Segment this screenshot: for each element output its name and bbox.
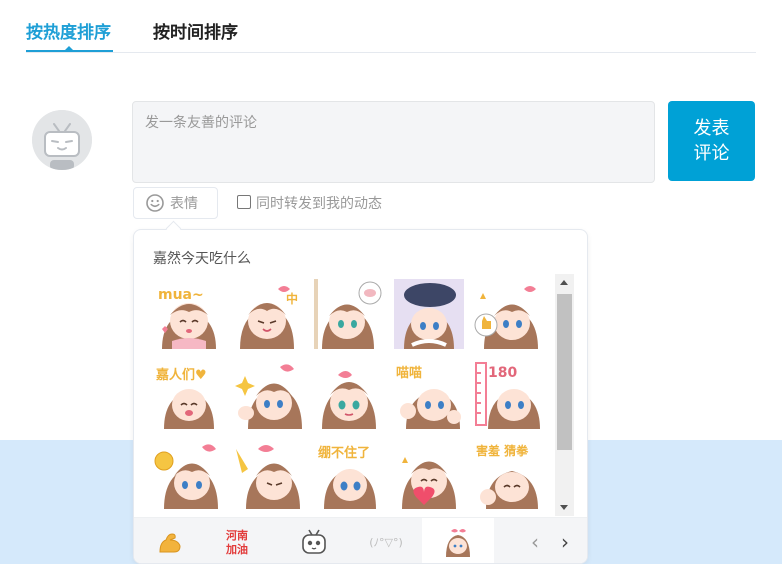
sticker-item[interactable]: 绷不住了: [314, 439, 384, 509]
comment-placeholder: 发一条友善的评论: [145, 115, 257, 131]
sticker-caption: 中: [286, 291, 298, 306]
avatar[interactable]: [32, 110, 92, 170]
sticker-item[interactable]: 害羞 猜拳: [474, 439, 544, 509]
sticker-item[interactable]: [314, 279, 384, 349]
package-tab-henan[interactable]: 河南 加油: [206, 518, 278, 563]
active-tab-caret: [64, 46, 74, 51]
forward-to-feed-label[interactable]: 同时转发到我的动态: [256, 193, 382, 213]
forward-to-feed-checkbox[interactable]: [237, 195, 251, 209]
tab-sort-by-hot[interactable]: 按热度排序: [26, 18, 111, 43]
sticker-caption: mua~: [158, 287, 204, 303]
submit-label-line1: 发表: [693, 118, 730, 139]
sort-tabs: 按热度排序 按时间排序: [26, 0, 756, 53]
sticker-item[interactable]: [234, 359, 304, 429]
henan-jiayou-icon: 河南 加油: [225, 528, 248, 556]
sticker-caption: 嘉人们♥: [155, 367, 207, 383]
sticker-caption: 绷不住了: [318, 445, 370, 461]
scroll-up-arrow-icon[interactable]: [560, 280, 568, 285]
diana-icon: [446, 529, 470, 557]
sticker-item[interactable]: 中: [234, 279, 304, 349]
kaomoji-icon: (ﾉ°▽°): [369, 536, 403, 549]
scroll-down-arrow-icon[interactable]: [560, 505, 568, 510]
package-tab-diana[interactable]: [422, 518, 494, 563]
smile-icon: [146, 194, 164, 212]
package-tab-kaomoji[interactable]: (ﾉ°▽°): [350, 518, 422, 563]
sticker-grid: mua~ 中 嘉人们♥ 喵喵 180 绷不住了 害羞 猜拳: [154, 279, 554, 515]
sticker-item[interactable]: [234, 439, 304, 509]
sticker-item[interactable]: [394, 279, 464, 349]
tv-avatar-icon: [32, 110, 92, 170]
tab-sort-by-time[interactable]: 按时间排序: [153, 18, 238, 43]
comment-textarea[interactable]: 发一条友善的评论: [132, 101, 655, 183]
sticker-item[interactable]: mua~: [154, 279, 224, 349]
emoji-button[interactable]: 表情: [133, 187, 218, 219]
emoji-panel: 嘉然今天吃什么 mua~ 中 嘉人们♥ 喵喵 180 绷不住了 害羞 猜拳 河南…: [133, 229, 588, 564]
sticker-item[interactable]: 喵喵: [394, 359, 464, 429]
sticker-item[interactable]: 180: [474, 359, 544, 429]
submit-comment-button[interactable]: 发表 评论: [668, 101, 755, 181]
flex-arm-icon: [159, 533, 181, 553]
emoji-panel-title: 嘉然今天吃什么: [153, 251, 251, 267]
sticker-caption: 害羞 猜拳: [476, 443, 529, 458]
henan-text-top: 河南: [226, 528, 248, 542]
sticker-item[interactable]: [394, 439, 464, 509]
sticker-item[interactable]: [154, 439, 224, 509]
sticker-item[interactable]: 嘉人们♥: [154, 359, 224, 429]
scroll-thumb[interactable]: [557, 294, 572, 450]
package-next-icon[interactable]: ›: [555, 530, 575, 554]
package-tab-flex-arm[interactable]: [134, 518, 206, 563]
sticker-caption: 喵喵: [396, 366, 422, 381]
sticker-item[interactable]: [314, 359, 384, 429]
package-tab-tv-mascot[interactable]: [278, 518, 350, 563]
sticker-caption: 180: [488, 365, 517, 381]
package-prev-icon[interactable]: ‹: [525, 530, 545, 554]
henan-text-bottom: 加油: [225, 542, 248, 556]
emoji-package-bar: 河南 加油 (ﾉ°▽°) ‹ ›: [134, 517, 587, 563]
submit-label-line2: 评论: [693, 143, 730, 164]
emoji-button-label: 表情: [170, 196, 198, 212]
sticker-item[interactable]: [474, 279, 544, 349]
tv-mascot-icon: [302, 529, 326, 554]
sticker-scrollbar[interactable]: [555, 274, 574, 516]
